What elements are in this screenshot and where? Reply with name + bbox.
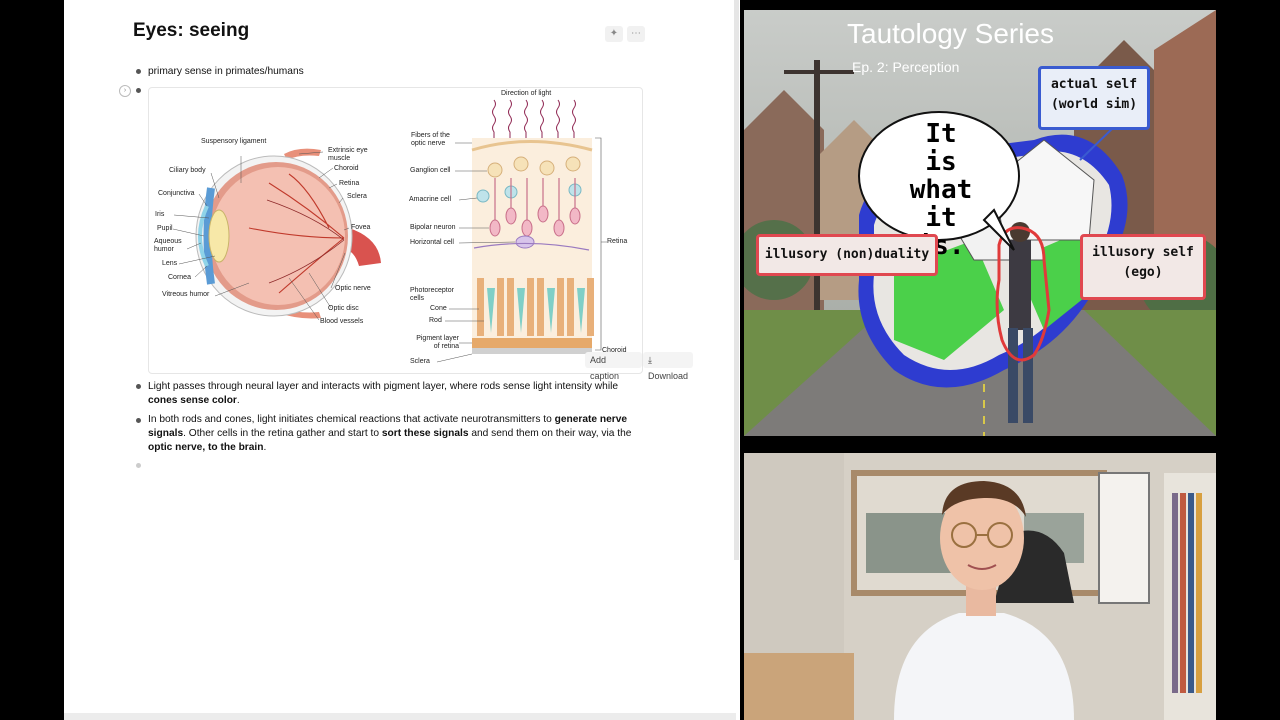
bullet-dot — [136, 384, 141, 389]
label-photoreceptor-cells: Photoreceptor cells — [410, 287, 454, 302]
notes-document: Eyes: seeing ✦ ⋯ primary sense in primat… — [64, 0, 740, 720]
label-amacrine-cell: Amacrine cell — [409, 196, 452, 203]
document-bottom-bar — [64, 713, 736, 720]
series-title: Tautology Series — [847, 18, 1055, 49]
rod-cell — [477, 278, 484, 336]
download-icon: ⤓ — [648, 355, 652, 365]
label-cone: Cone — [430, 305, 447, 312]
rod-cell — [497, 278, 504, 336]
illustrated-video-panel: Tautology Series Ep. 2: Perception It is… — [744, 10, 1216, 436]
page-title: Eyes: seeing — [133, 20, 250, 41]
bullet-primary-sense[interactable]: primary sense in primates/humans — [148, 65, 304, 79]
bullet-dot — [136, 88, 141, 93]
rod-cell — [527, 278, 534, 336]
rod-cell — [537, 278, 544, 336]
rod-cell — [567, 278, 574, 336]
label-sclera-retina: Sclera — [410, 358, 430, 365]
label-horizontal-cell: Horizontal cell — [410, 239, 454, 246]
retina-diagram — [436, 99, 607, 363]
label-direction-of-light: Direction of light — [501, 90, 552, 97]
rod-cell — [587, 278, 594, 336]
rod-cell — [557, 278, 564, 336]
label-retina-bracket: Retina — [607, 238, 628, 245]
collapse-toggle[interactable]: › — [119, 85, 131, 97]
label-bipolar-neuron: Bipolar neuron — [410, 224, 456, 231]
more-icon: ⋯ — [631, 28, 641, 39]
more-options-button[interactable]: ⋯ — [627, 26, 645, 42]
webcam-video-panel — [744, 453, 1216, 720]
label-rod: Rod — [429, 317, 442, 324]
rod-cell — [507, 278, 514, 336]
illusory-nonduality-label: illusory (non)duality — [756, 234, 938, 276]
label-pigment-layer: Pigment layer of retina — [416, 335, 459, 350]
bullet-rods-cones[interactable]: In both rods and cones, light initiates … — [148, 413, 648, 455]
webcam-scene — [744, 453, 1216, 720]
illusory-self-label: illusory self (ego) — [1080, 234, 1206, 300]
actual-self-label: actual self (world sim) — [1038, 66, 1150, 130]
bullet-dot — [136, 418, 141, 423]
download-button[interactable]: ⤓ Download — [643, 352, 694, 381]
episode-subtitle: Ep. 2: Perception — [852, 59, 960, 75]
eye-anatomy-figure[interactable]: Suspensory ligament Ciliary body Conjunc… — [148, 87, 694, 381]
bullet-dot — [136, 69, 141, 74]
download-label: Download — [648, 371, 689, 381]
document-scrollbar[interactable] — [734, 0, 739, 560]
sparkle-icon: ✦ — [609, 28, 619, 39]
empty-bullet[interactable] — [136, 463, 141, 468]
ai-sparkle-button[interactable]: ✦ — [605, 26, 623, 42]
add-caption-button[interactable]: Add caption — [585, 352, 642, 381]
bullet-light-passes[interactable]: Light passes through neural layer and in… — [148, 380, 644, 408]
label-optic-nerve-fibers: Fibers of the optic nerve — [411, 132, 450, 147]
label-ganglion-cell: Ganglion cell — [410, 167, 451, 174]
